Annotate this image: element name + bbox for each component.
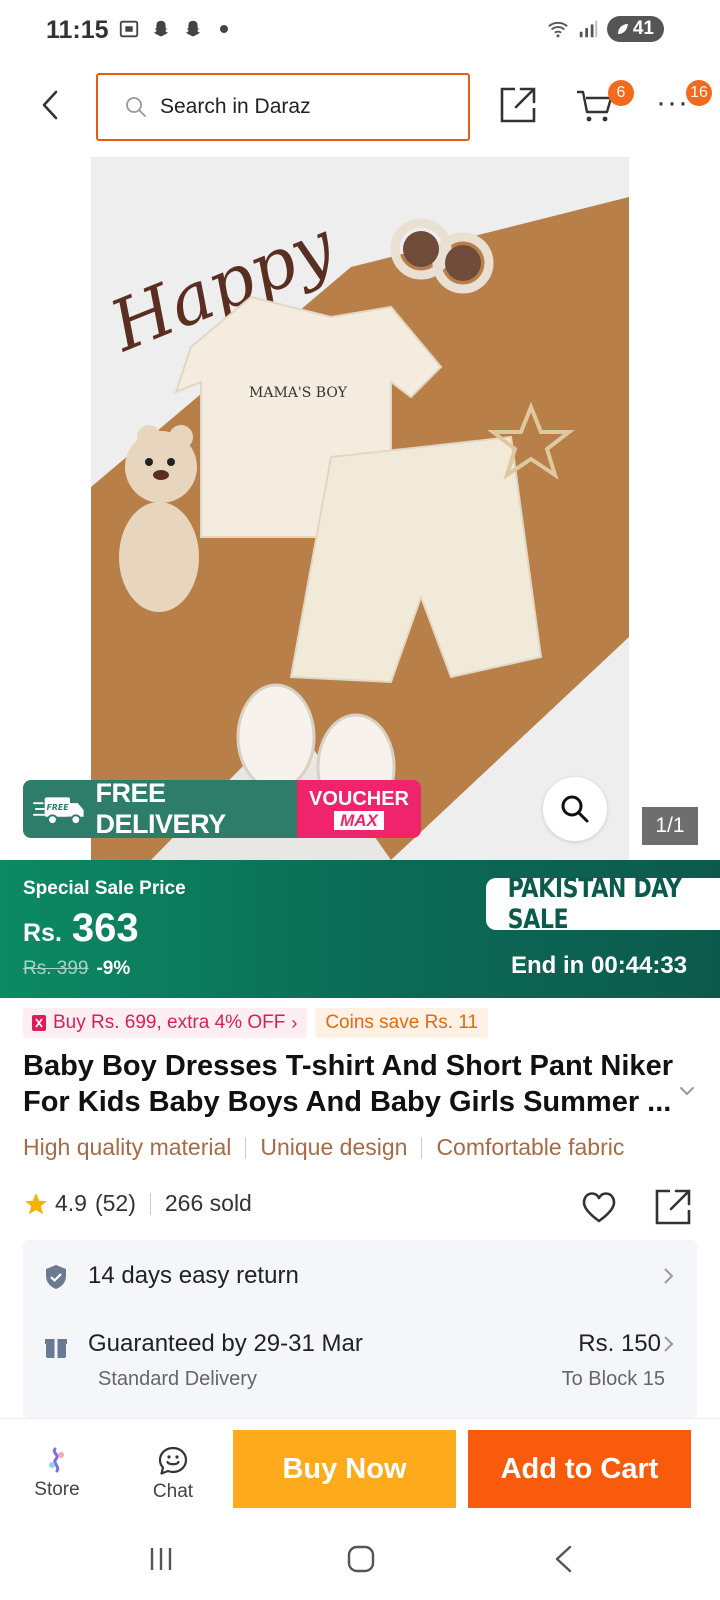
product-features: High quality material Unique design Comf…	[23, 1134, 624, 1161]
rating-score: 4.9	[55, 1190, 87, 1216]
status-notification-icons	[118, 18, 228, 40]
chevron-right-icon	[664, 1336, 674, 1352]
magnifier-icon	[561, 795, 589, 823]
chevron-right-icon	[664, 1268, 674, 1284]
more-count-badge: 16	[686, 80, 712, 106]
battery-indicator: 41	[606, 16, 664, 42]
share-icon[interactable]	[497, 84, 539, 126]
delivery-type: Standard Delivery	[98, 1368, 257, 1390]
delivery-truck-icon: FREE	[33, 797, 84, 826]
current-price: Rs. 363	[23, 906, 139, 951]
feature-item: Comfortable fabric	[436, 1134, 625, 1160]
price-band: Special Sale Price Rs. 363 Rs. 399 -9% P…	[0, 860, 720, 998]
feature-divider	[421, 1136, 423, 1159]
system-navigation-bar	[0, 1526, 720, 1600]
search-placeholder: Search in Daraz	[160, 95, 311, 118]
store-icon	[49, 1447, 64, 1473]
free-delivery-label: FREE DELIVERY	[95, 780, 227, 838]
chevron-right-icon: ›	[291, 1012, 298, 1033]
campaign-tag[interactable]: PAKISTAN DAY SALE	[486, 873, 720, 935]
special-price-label: Special Sale Price	[23, 878, 186, 899]
shield-check-icon	[46, 1265, 66, 1289]
original-price: Rs. 399	[23, 958, 89, 979]
image-page-indicator: 1/1	[642, 807, 698, 845]
delivery-row[interactable]: Guaranteed by 29-31 Mar Standard Deliver…	[23, 1312, 697, 1412]
rating-divider	[149, 1192, 151, 1215]
status-system-icons: 41	[547, 16, 664, 42]
more-options-icon[interactable]: ···	[656, 88, 688, 122]
product-photo: Happy MAMA'S BOY	[91, 157, 629, 860]
offer-tags: Buy Rs. 699, extra 4% OFF › Coins save R…	[23, 1008, 489, 1038]
feature-divider	[245, 1136, 247, 1159]
zoom-button[interactable]	[543, 777, 607, 841]
delivery-destination: To Block 15	[561, 1368, 665, 1390]
store-button[interactable]: Store	[26, 1445, 88, 1509]
delivery-guarantee: Guaranteed by 29-31 Mar	[88, 1330, 363, 1357]
wifi-icon	[548, 21, 568, 38]
snapchat-icon	[153, 20, 169, 37]
truck-free-text: FREE	[47, 803, 70, 812]
search-icon	[126, 97, 146, 117]
sold-count: 266 sold	[164, 1190, 252, 1216]
bottom-action-bar: Store Chat Buy Now Add to Cart	[0, 1418, 720, 1526]
system-back-icon[interactable]	[552, 1544, 574, 1574]
share-icon-product[interactable]	[653, 1187, 693, 1227]
discount-percent: -9%	[96, 958, 131, 979]
chat-label: Chat	[152, 1481, 194, 1502]
campaign-name: PAKISTAN DAY SALE	[507, 873, 682, 935]
review-count: (52)	[94, 1190, 136, 1216]
wishlist-heart-icon[interactable]	[579, 1187, 619, 1227]
return-policy-text: 14 days easy return	[88, 1262, 299, 1289]
back-arrow-icon[interactable]	[34, 88, 68, 122]
extra-discount-tag[interactable]: Buy Rs. 699, extra 4% OFF ›	[23, 1008, 308, 1038]
product-title: Baby Boy Dresses T-shirt And Short Pant …	[23, 1050, 673, 1118]
more-notifications-dot	[220, 25, 228, 33]
return-policy-row[interactable]: 14 days easy return	[23, 1240, 697, 1312]
shirt-print-text: MAMA'S BOY	[249, 385, 348, 401]
voucher-max-label: MAX	[334, 810, 384, 830]
top-navigation: Search in Daraz 6 ··· 16	[0, 70, 720, 142]
buy-now-button[interactable]: Buy Now	[233, 1430, 456, 1508]
chat-button[interactable]: Chat	[142, 1445, 204, 1509]
promo-banner[interactable]: FREE FREE DELIVERY VOUCHER MAX	[23, 780, 421, 838]
cart-count-badge: 6	[608, 80, 634, 106]
search-input[interactable]: Search in Daraz	[96, 73, 470, 141]
chat-icon	[158, 1446, 188, 1475]
battery-saver-icon	[617, 24, 628, 34]
add-to-cart-button[interactable]: Add to Cart	[468, 1430, 691, 1508]
sale-countdown: End in 00:44:33	[511, 952, 688, 979]
feature-item: Unique design	[260, 1134, 408, 1160]
free-delivery-badge: FREE FREE DELIVERY	[23, 780, 297, 838]
expand-chevron-icon[interactable]	[676, 1080, 698, 1102]
home-icon[interactable]	[346, 1544, 376, 1574]
voucher-max-badge: VOUCHER MAX	[297, 780, 421, 838]
signal-icon	[579, 20, 598, 38]
battery-level: 41	[632, 18, 654, 39]
store-label: Store	[34, 1479, 80, 1500]
coupon-icon	[32, 1015, 46, 1031]
delivery-fee: Rs. 150	[578, 1330, 661, 1357]
extra-discount-text: Buy Rs. 699, extra 4% OFF	[53, 1012, 286, 1033]
star-icon	[25, 1192, 47, 1214]
package-icon	[45, 1339, 67, 1358]
status-bar: 11:15 41	[0, 0, 720, 64]
price-value: 363	[71, 906, 139, 950]
voucher-label: VOUCHER	[308, 787, 409, 810]
price-currency: Rs.	[23, 919, 62, 947]
product-image[interactable]: Happy MAMA'S BOY	[91, 157, 629, 860]
status-time: 11:15	[46, 16, 109, 44]
coins-tag[interactable]: Coins save Rs. 11	[315, 1008, 489, 1038]
recent-apps-icon[interactable]	[146, 1544, 176, 1574]
original-price-row: Rs. 399 -9%	[23, 958, 130, 980]
snapchat-icon-2	[185, 20, 201, 37]
service-info-card: 14 days easy return Guaranteed by 29-31 …	[23, 1240, 697, 1418]
screenshot-icon	[119, 20, 139, 38]
rating-row[interactable]: 4.9 (52) 266 sold	[23, 1190, 252, 1217]
feature-item: High quality material	[23, 1134, 232, 1160]
